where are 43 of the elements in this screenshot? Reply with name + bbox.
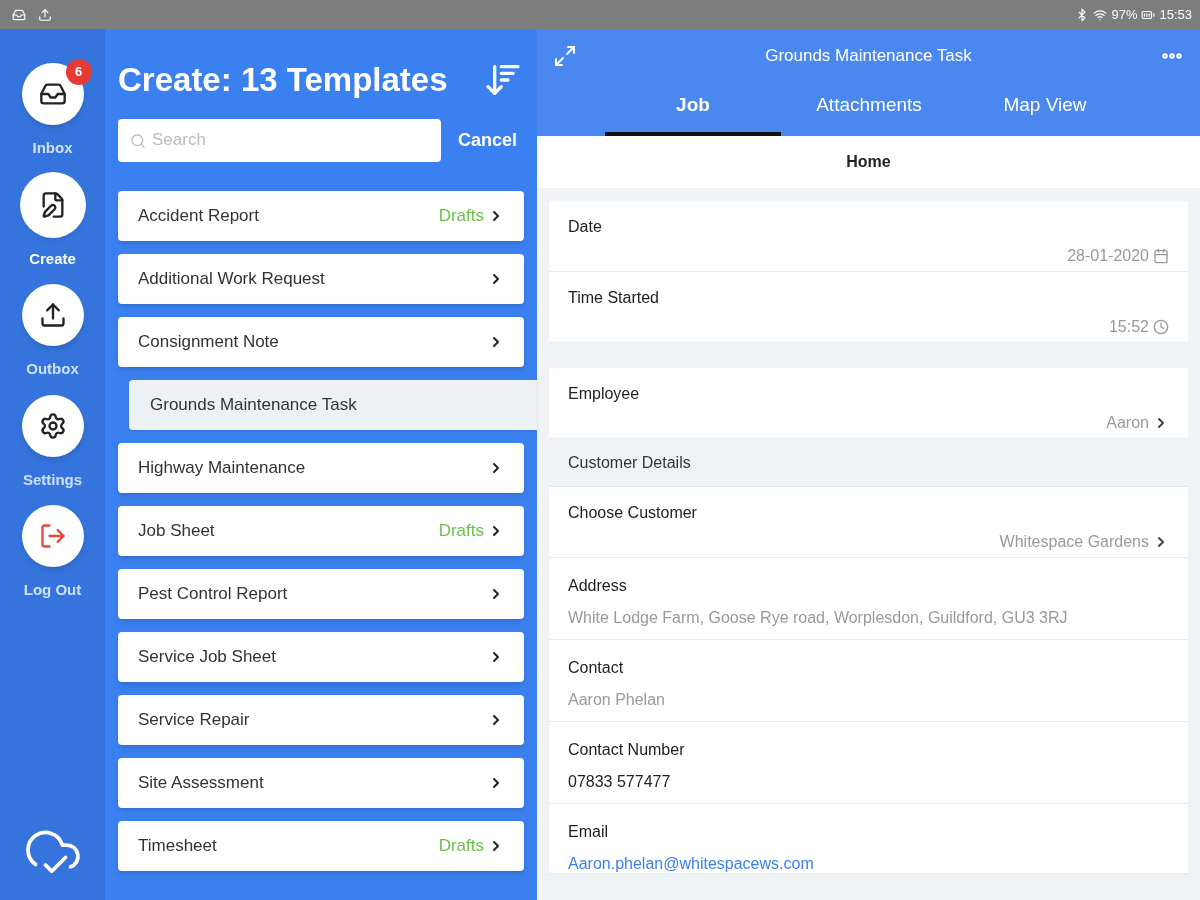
template-item[interactable]: Timesheet Drafts — [118, 820, 524, 871]
battery-percent: 97% — [1111, 5, 1138, 24]
clock-icon — [1153, 319, 1169, 335]
form-field[interactable]: Employee Aaron — [549, 368, 1188, 439]
form-field[interactable]: Choose Customer Whitespace Gardens — [549, 487, 1188, 558]
settings-icon — [38, 411, 67, 440]
panel-title: Create: 13 Templates — [118, 60, 448, 100]
email-link[interactable]: Aaron.phelan@whitespacews.com — [568, 852, 814, 876]
template-item[interactable]: Additional Work Request — [118, 253, 524, 304]
field-label: Address — [568, 576, 628, 596]
template-item[interactable]: Consignment Note — [118, 316, 524, 367]
template-item[interactable]: Service Repair — [118, 694, 524, 745]
section-heading: Customer Details — [568, 452, 691, 473]
field-label: Contact — [568, 658, 625, 678]
form-field[interactable]: Time Started 15:52 — [549, 272, 1188, 343]
template-item[interactable]: Pest Control Report — [118, 568, 524, 619]
nav-item[interactable]: Create — [21, 173, 84, 270]
wifi-icon — [1093, 7, 1108, 22]
expand-icon[interactable] — [553, 44, 577, 68]
cancel-button[interactable]: Cancel — [458, 126, 518, 154]
upload-icon — [38, 7, 52, 22]
search-field[interactable]: Search — [118, 118, 441, 162]
notification-icon — [12, 7, 26, 22]
form-field[interactable]: Date 28-01-2020 — [549, 201, 1188, 272]
field-label: Contact Number — [568, 740, 686, 760]
logout-icon — [38, 522, 67, 550]
field-label: Email — [568, 822, 609, 842]
count-badge: 6 — [65, 59, 92, 85]
form-title: Grounds Maintenance Task — [765, 45, 972, 68]
upload-tray-icon — [38, 301, 67, 329]
template-item[interactable]: Job Sheet Drafts — [118, 505, 524, 556]
field-value: White Lodge Farm, Goose Rye road, Worplesdon, Guildford, GU3 3RJ — [568, 608, 1069, 628]
template-item[interactable]: Grounds Maintenance Task — [129, 379, 537, 430]
clock-time: 15:53 — [1159, 5, 1192, 24]
search-icon — [130, 132, 146, 149]
field-value: Aaron Phelan — [568, 690, 666, 710]
template-item[interactable]: Accident Report Drafts — [118, 190, 524, 241]
template-item[interactable]: Service Job Sheet — [118, 631, 524, 682]
calendar-icon — [1153, 248, 1169, 264]
page-title: Home — [846, 152, 891, 172]
template-item[interactable]: Highway Maintenance — [118, 442, 524, 493]
template-item[interactable]: Site Assessment — [118, 757, 524, 808]
field-value: 07833 577477 — [568, 772, 672, 792]
